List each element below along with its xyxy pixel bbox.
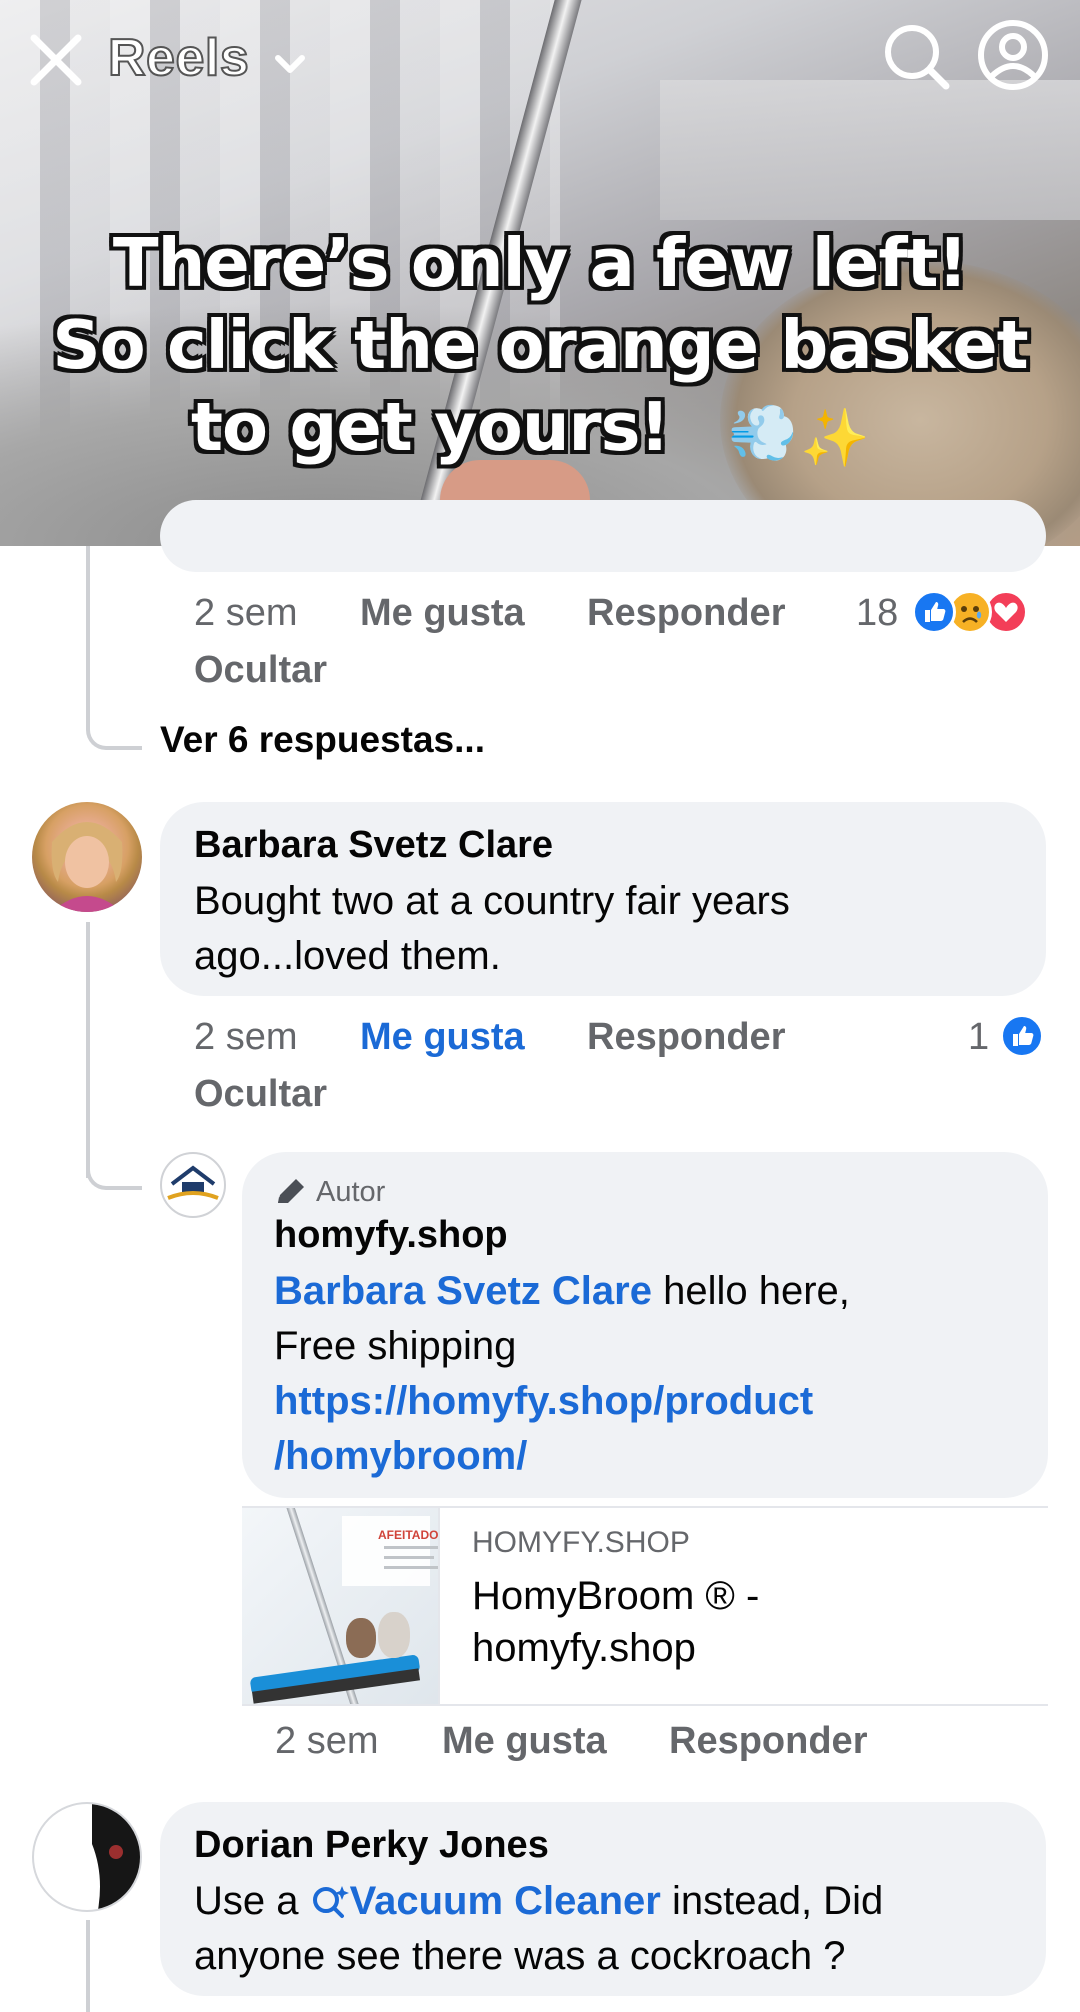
page-avatar[interactable] [160, 1152, 226, 1218]
barbara-reaction-count: 1 [968, 1016, 990, 1058]
previous-comment-bubble [160, 500, 1046, 572]
comment-text: Use a Vacuum Cleaner instead, Did anyone… [194, 1874, 1034, 1984]
view-replies-link[interactable]: Ver 6 respuestas... [160, 719, 485, 761]
reply-reply-button[interactable]: Responder [669, 1720, 867, 1763]
caption-line-2: So click the orange basket [52, 306, 1028, 384]
homyfy-reply-bubble[interactable]: Autor homyfy.shop Barbara Svetz Clare he… [242, 1152, 1048, 1498]
comment-author-name[interactable]: Barbara Svetz Clare [194, 824, 553, 867]
avatar[interactable] [32, 802, 142, 912]
product-link[interactable]: https://homyfy.shop/product /homybroom/ [274, 1374, 1014, 1484]
barbara-like-button[interactable]: Me gusta [360, 1016, 525, 1059]
search-suggestion-text[interactable]: Vacuum Cleaner [350, 1879, 661, 1923]
link-preview-image[interactable]: AFEITADO [242, 1508, 440, 1704]
barbara-comment-time: 2 sem [194, 1016, 298, 1058]
prev-comment-reaction-count: 18 [856, 592, 899, 634]
reel-video[interactable]: There’s only a few left! So click the or… [0, 0, 1080, 546]
search-suggestion-link[interactable]: Vacuum Cleaner [310, 1879, 661, 1923]
chevron-down-icon[interactable] [272, 46, 308, 82]
close-icon[interactable] [26, 30, 86, 90]
search-icon[interactable] [880, 20, 952, 92]
preview-image-label: AFEITADO [378, 1528, 439, 1542]
reels-top-bar: Reels [0, 0, 1080, 110]
search-sparkle-icon [312, 1886, 349, 1918]
caption-line-3: to get yours! [190, 388, 670, 466]
pencil-icon [278, 1179, 304, 1203]
prev-comment-time: 2 sem [194, 592, 298, 634]
author-badge: Autor [274, 1174, 385, 1210]
avatar[interactable] [32, 1802, 142, 1912]
product-link-line2[interactable]: /homybroom/ [274, 1429, 1014, 1484]
sparkles-emoji-icon: ✨ [800, 406, 870, 469]
comment-text-part: instead, Did [660, 1879, 884, 1923]
thread-line [86, 1920, 90, 2012]
caption-line-1: There’s only a few left! [112, 224, 968, 302]
barbara-reply-button[interactable]: Responder [587, 1016, 785, 1059]
dorian-comment-bubble[interactable]: Dorian Perky Jones Use a Vacuum Cleaner … [160, 1802, 1046, 1996]
reply-text-part: hello here, [651, 1269, 850, 1313]
comment-text: Bought two at a country fair years ago..… [194, 879, 790, 978]
reply-text-line2: Free shipping [274, 1324, 517, 1368]
like-reaction-icon [912, 590, 956, 634]
prev-comment-like-button[interactable]: Me gusta [360, 592, 525, 635]
comment-text-part: Use a [194, 1879, 310, 1923]
reels-title[interactable]: Reels [107, 28, 250, 88]
like-reaction-icon [1000, 1014, 1044, 1058]
reply-author-name[interactable]: homyfy.shop [274, 1214, 508, 1257]
comment-text-line2: anyone see there was a cockroach ? [194, 1934, 846, 1978]
prev-comment-reply-button[interactable]: Responder [587, 592, 785, 635]
comment-author-name[interactable]: Dorian Perky Jones [194, 1824, 549, 1867]
reply-time: 2 sem [275, 1720, 379, 1762]
thread-connector [86, 1130, 142, 1190]
reply-text: Barbara Svetz Clare hello here, Free shi… [274, 1264, 1014, 1484]
dash-emoji-icon: 💨 [728, 401, 798, 464]
prev-comment-hide-button[interactable]: Ocultar [194, 649, 327, 692]
reply-like-button[interactable]: Me gusta [442, 1720, 607, 1763]
product-link-line1[interactable]: https://homyfy.shop/product [274, 1374, 1014, 1429]
thread-connector [86, 546, 142, 750]
profile-icon[interactable] [976, 18, 1050, 92]
link-preview-title[interactable]: HomyBroom ® - homyfy.shop [472, 1570, 852, 1674]
barbara-comment-bubble[interactable]: Barbara Svetz Clare Bought two at a coun… [160, 802, 1046, 996]
video-caption: There’s only a few left! So click the or… [0, 222, 1080, 468]
link-preview-domain: HOMYFY.SHOP [472, 1526, 690, 1559]
author-badge-label: Autor [316, 1175, 386, 1208]
link-preview-card[interactable]: AFEITADO HOMYFY.SHOP HomyBroom ® - homyf… [242, 1506, 1048, 1706]
barbara-hide-button[interactable]: Ocultar [194, 1073, 327, 1116]
mention-link[interactable]: Barbara Svetz Clare [274, 1269, 652, 1313]
